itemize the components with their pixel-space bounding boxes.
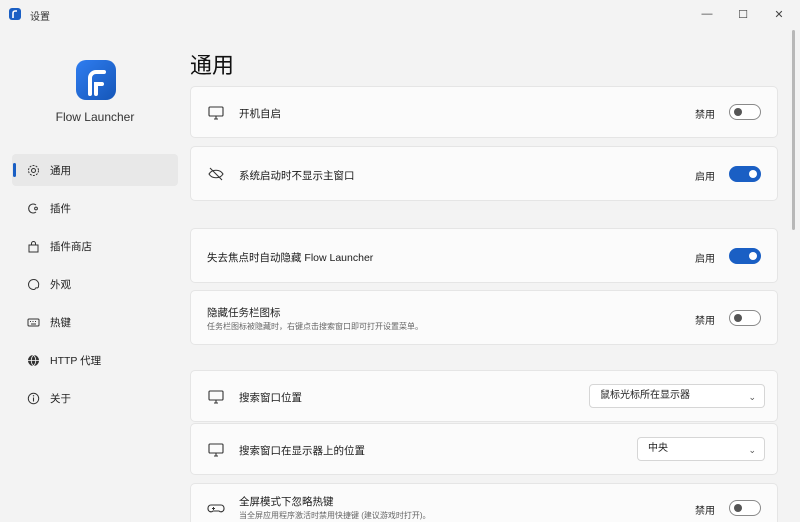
setting-search-window-align: 搜索窗口在显示器上的位置 中央 ⌄ <box>190 423 778 475</box>
sidebar-item-label: 插件商店 <box>50 240 92 253</box>
title-bar: 设置 — ☐ ✕ <box>0 0 800 28</box>
setting-search-window-position: 搜索窗口位置 鼠标光标所在显示器 ⌄ <box>190 370 778 422</box>
monitor-icon <box>208 390 224 404</box>
hide-on-startup-toggle[interactable] <box>729 166 761 182</box>
close-button[interactable]: ✕ <box>762 2 796 26</box>
page-title: 通用 <box>190 53 235 78</box>
start-on-boot-toggle[interactable] <box>729 104 761 120</box>
toggle-state-label: 禁用 <box>695 316 715 327</box>
search-window-screen-select[interactable]: 鼠标光标所在显示器 ⌄ <box>589 384 765 408</box>
gamepad-icon <box>207 504 225 513</box>
hide-taskbar-icon-toggle[interactable] <box>729 310 761 326</box>
sidebar-item-label: HTTP 代理 <box>50 354 102 367</box>
eye-off-icon <box>208 167 224 181</box>
store-icon <box>26 239 40 253</box>
sidebar-item-plugin-store[interactable]: 插件商店 <box>12 230 178 262</box>
flow-launcher-logo <box>76 60 116 100</box>
sidebar-item-about[interactable]: 关于 <box>12 382 178 414</box>
setting-ignore-hotkeys-fullscreen: 全屏模式下忽略热键 当全屏应用程序激活时禁用快捷键 (建议游戏时打开)。 禁用 <box>190 483 778 522</box>
sidebar-item-appearance[interactable]: 外观 <box>12 268 178 300</box>
info-icon <box>26 391 40 405</box>
hide-when-lose-focus-toggle[interactable] <box>729 248 761 264</box>
toggle-state-label: 启用 <box>695 172 715 183</box>
plugin-icon <box>26 201 40 215</box>
maximize-button[interactable]: ☐ <box>726 2 760 26</box>
sidebar-item-general[interactable]: 通用 <box>12 154 178 186</box>
setting-label: 全屏模式下忽略热键 <box>239 496 334 508</box>
setting-description: 当全屏应用程序激活时禁用快捷键 (建议游戏时打开)。 <box>239 511 431 520</box>
setting-label: 系统启动时不显示主窗口 <box>239 170 355 182</box>
setting-start-on-boot: 开机自启 禁用 <box>190 86 778 138</box>
sidebar-item-label: 外观 <box>50 278 71 291</box>
sidebar-item-plugins[interactable]: 插件 <box>12 192 178 224</box>
select-value: 鼠标光标所在显示器 <box>600 390 690 401</box>
ignore-hotkeys-fullscreen-toggle[interactable] <box>729 500 761 516</box>
gear-icon <box>26 163 40 177</box>
setting-label: 搜索窗口在显示器上的位置 <box>239 445 365 457</box>
setting-label: 失去焦点时自动隐藏 Flow Launcher <box>207 252 374 264</box>
chevron-down-icon: ⌄ <box>748 445 756 455</box>
monitor-icon <box>208 443 224 457</box>
sidebar-item-label: 插件 <box>50 202 71 215</box>
palette-icon <box>26 277 40 291</box>
window-title: 设置 <box>30 12 50 23</box>
monitor-power-icon <box>208 106 224 120</box>
scrollbar[interactable] <box>792 30 795 230</box>
sidebar-item-http-proxy[interactable]: HTTP 代理 <box>12 344 178 376</box>
keyboard-icon <box>26 315 40 329</box>
setting-hide-taskbar-icon: 隐藏任务栏图标 任务栏图标被隐藏时，右键点击搜索窗口即可打开设置菜单。 禁用 <box>190 290 778 345</box>
sidebar-item-label: 热键 <box>50 316 71 329</box>
toggle-state-label: 禁用 <box>695 110 715 121</box>
setting-hide-on-startup: 系统启动时不显示主窗口 启用 <box>190 146 778 201</box>
setting-hide-when-lose-focus: 失去焦点时自动隐藏 Flow Launcher 启用 <box>190 228 778 283</box>
setting-label: 开机自启 <box>239 108 281 120</box>
minimize-button[interactable]: — <box>690 2 724 26</box>
sidebar-item-label: 通用 <box>50 164 71 177</box>
app-icon <box>9 8 21 20</box>
sidebar-item-label: 关于 <box>50 392 71 405</box>
sidebar-item-hotkeys[interactable]: 热键 <box>12 306 178 338</box>
setting-label: 隐藏任务栏图标 <box>207 307 281 319</box>
chevron-down-icon: ⌄ <box>748 392 756 402</box>
toggle-state-label: 启用 <box>695 254 715 265</box>
select-value: 中央 <box>648 443 668 454</box>
search-window-align-select[interactable]: 中央 ⌄ <box>637 437 765 461</box>
toggle-state-label: 禁用 <box>695 506 715 517</box>
app-name: Flow Launcher <box>55 110 135 124</box>
globe-icon <box>26 353 40 367</box>
sidebar-nav: 通用 插件 插件商店 外观 热键 HTTP 代理 关于 <box>12 154 178 420</box>
setting-description: 任务栏图标被隐藏时，右键点击搜索窗口即可打开设置菜单。 <box>207 322 423 331</box>
setting-label: 搜索窗口位置 <box>239 392 302 404</box>
